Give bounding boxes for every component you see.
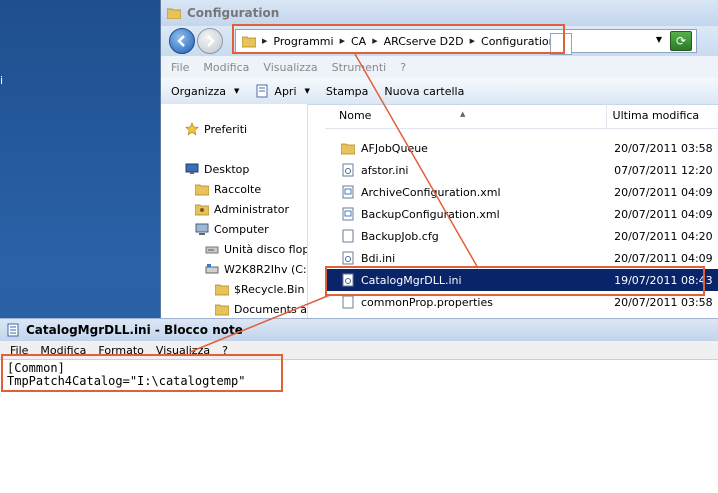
connector-line bbox=[354, 53, 479, 269]
callout-connector bbox=[189, 53, 479, 353]
connector-line bbox=[189, 294, 331, 353]
